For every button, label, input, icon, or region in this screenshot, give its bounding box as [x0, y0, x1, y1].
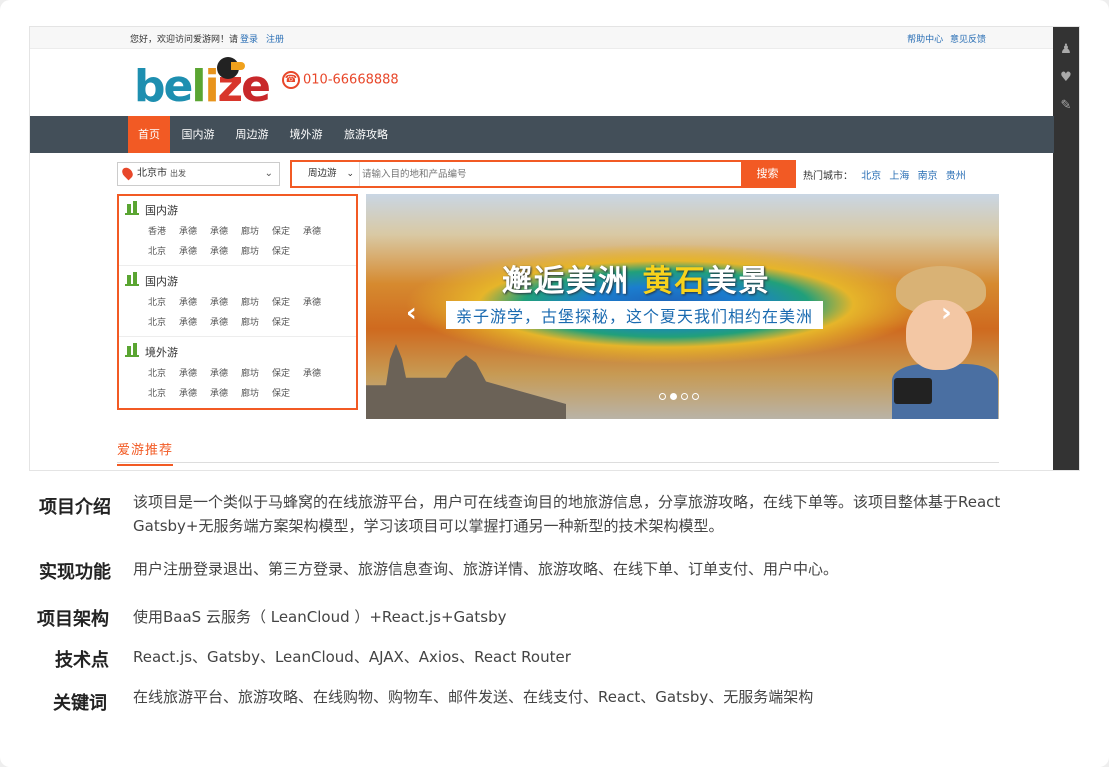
chevron-right-icon[interactable]: › [941, 298, 952, 328]
hot-cities: 热门城市： 北京 上海 南京 贵州 [803, 167, 966, 182]
nav-guides[interactable]: 旅游攻略 [340, 116, 392, 153]
hot-city-link[interactable]: 南京 [918, 171, 938, 182]
location-pin-icon [120, 165, 135, 181]
nav-domestic[interactable]: 国内游 [178, 116, 218, 153]
greeting-text: 您好，欢迎访问爱游网！请 [130, 35, 239, 45]
heart-icon[interactable]: ♥ [1059, 71, 1073, 85]
menu-section: 国内游 香港 承德 承德 廊坊 保定 承德 北京 承德 承德 廊坊 保定 [119, 196, 356, 266]
city-icon [125, 343, 139, 357]
nav-nearby[interactable]: 周边游 [232, 116, 272, 153]
search-box: 周边游⌄ 搜索 [290, 160, 796, 188]
user-icon[interactable]: ♟ [1059, 43, 1073, 57]
banner-subtitle: 亲子游学，古堡探秘，这个夏天我们相约在美洲 [446, 301, 824, 329]
divider [117, 462, 999, 463]
section-title[interactable]: 国内游 [145, 275, 178, 288]
nav-overseas[interactable]: 境外游 [286, 116, 326, 153]
label-keywords: 关键词 [53, 693, 107, 714]
banner-headline: 邂逅美洲 黄石美景 [502, 264, 771, 299]
feedback-link[interactable]: 意见反馈 [950, 35, 986, 45]
top-bar: 您好，欢迎访问爱游网！请 登录 注册 帮助中心 意见反馈 [30, 27, 1054, 49]
city-selector[interactable]: 北京市 出发 ⌄ [117, 162, 280, 186]
section-title[interactable]: 国内游 [145, 204, 178, 217]
carousel-dots [659, 385, 703, 404]
main-nav: 首页 国内游 周边游 境外游 旅游攻略 [30, 116, 1054, 153]
login-link[interactable]: 登录 [240, 35, 258, 45]
city-icon [125, 201, 139, 215]
hot-city-link[interactable]: 北京 [861, 171, 881, 182]
phone-number: ☎ 010-66668888 [282, 71, 399, 89]
side-toolbar: ♟ ♥ ✎ [1053, 27, 1079, 470]
help-link[interactable]: 帮助中心 [907, 35, 943, 45]
architecture-text: 使用BaaS 云服务（ LeanCloud ）+React.js+Gatsby [133, 608, 507, 626]
chevron-down-icon: ⌄ [264, 168, 273, 179]
hot-city-link[interactable]: 上海 [889, 171, 909, 182]
label-features: 实现功能 [39, 562, 111, 583]
search-input[interactable] [362, 164, 732, 184]
label-tech: 技术点 [55, 650, 109, 671]
nav-home[interactable]: 首页 [128, 116, 170, 153]
search-button[interactable]: 搜索 [741, 162, 794, 186]
keywords-text: 在线旅游平台、旅游攻略、在线购物、购物车、邮件发送、在线支付、React、Gat… [133, 688, 814, 706]
girl-photo [858, 266, 998, 419]
project-card: 您好，欢迎访问爱游网！请 登录 注册 帮助中心 意见反馈 ♟ ♥ ✎ belize … [0, 0, 1109, 767]
castle-illustration [366, 344, 566, 419]
menu-section: 境外游 北京 承德 承德 廊坊 保定 承德 北京 承德 承德 廊坊 保定 [119, 338, 356, 408]
carousel-dot[interactable] [681, 393, 688, 400]
tech-text: React.js、Gatsby、LeanCloud、AJAX、Axios、Rea… [133, 648, 571, 666]
carousel-dot[interactable] [670, 393, 677, 400]
category-menu: 国内游 香港 承德 承德 廊坊 保定 承德 北京 承德 承德 廊坊 保定 国内游 北京 承德 承德 廊坊… [117, 194, 358, 410]
label-architecture: 项目架构 [37, 609, 109, 630]
search-category-select[interactable]: 周边游 ⌄ [292, 162, 360, 186]
edit-icon[interactable]: ✎ [1059, 99, 1073, 113]
hero-banner[interactable]: 邂逅美洲 黄石美景 亲子游学，古堡探秘，这个夏天我们相约在美洲 ‹ › [366, 194, 999, 419]
intro-text: 该项目是一个类似于马蜂窝的在线旅游平台，用户可在线查询目的地旅游信息，分享旅游攻… [133, 493, 1001, 535]
chevron-left-icon[interactable]: ‹ [406, 298, 417, 328]
label-intro: 项目介绍 [39, 497, 111, 518]
carousel-dot[interactable] [692, 393, 699, 400]
hot-city-link[interactable]: 贵州 [946, 171, 966, 182]
belize-logo[interactable]: belize [134, 57, 274, 111]
phone-icon: ☎ [282, 71, 300, 89]
chevron-down-icon: ⌄ [346, 169, 354, 179]
top-links: 帮助中心 意见反馈 [903, 32, 986, 45]
features-text: 用户注册登录退出、第三方登录、旅游信息查询、旅游详情、旅游攻略、在线下单、订单支… [133, 560, 839, 578]
menu-section: 国内游 北京 承德 承德 廊坊 保定 承德 北京 承德 承德 廊坊 保定 [119, 267, 356, 337]
hot-cities-label: 热门城市： [803, 171, 853, 182]
section-title[interactable]: 境外游 [145, 346, 178, 359]
city-icon [125, 272, 139, 286]
carousel-dot[interactable] [659, 393, 666, 400]
website-screenshot: 您好，欢迎访问爱游网！请 登录 注册 帮助中心 意见反馈 ♟ ♥ ✎ belize … [29, 26, 1080, 471]
register-link[interactable]: 注册 [266, 35, 284, 45]
greeting: 您好，欢迎访问爱游网！请 登录 注册 [130, 32, 284, 45]
toucan-icon [217, 57, 245, 79]
